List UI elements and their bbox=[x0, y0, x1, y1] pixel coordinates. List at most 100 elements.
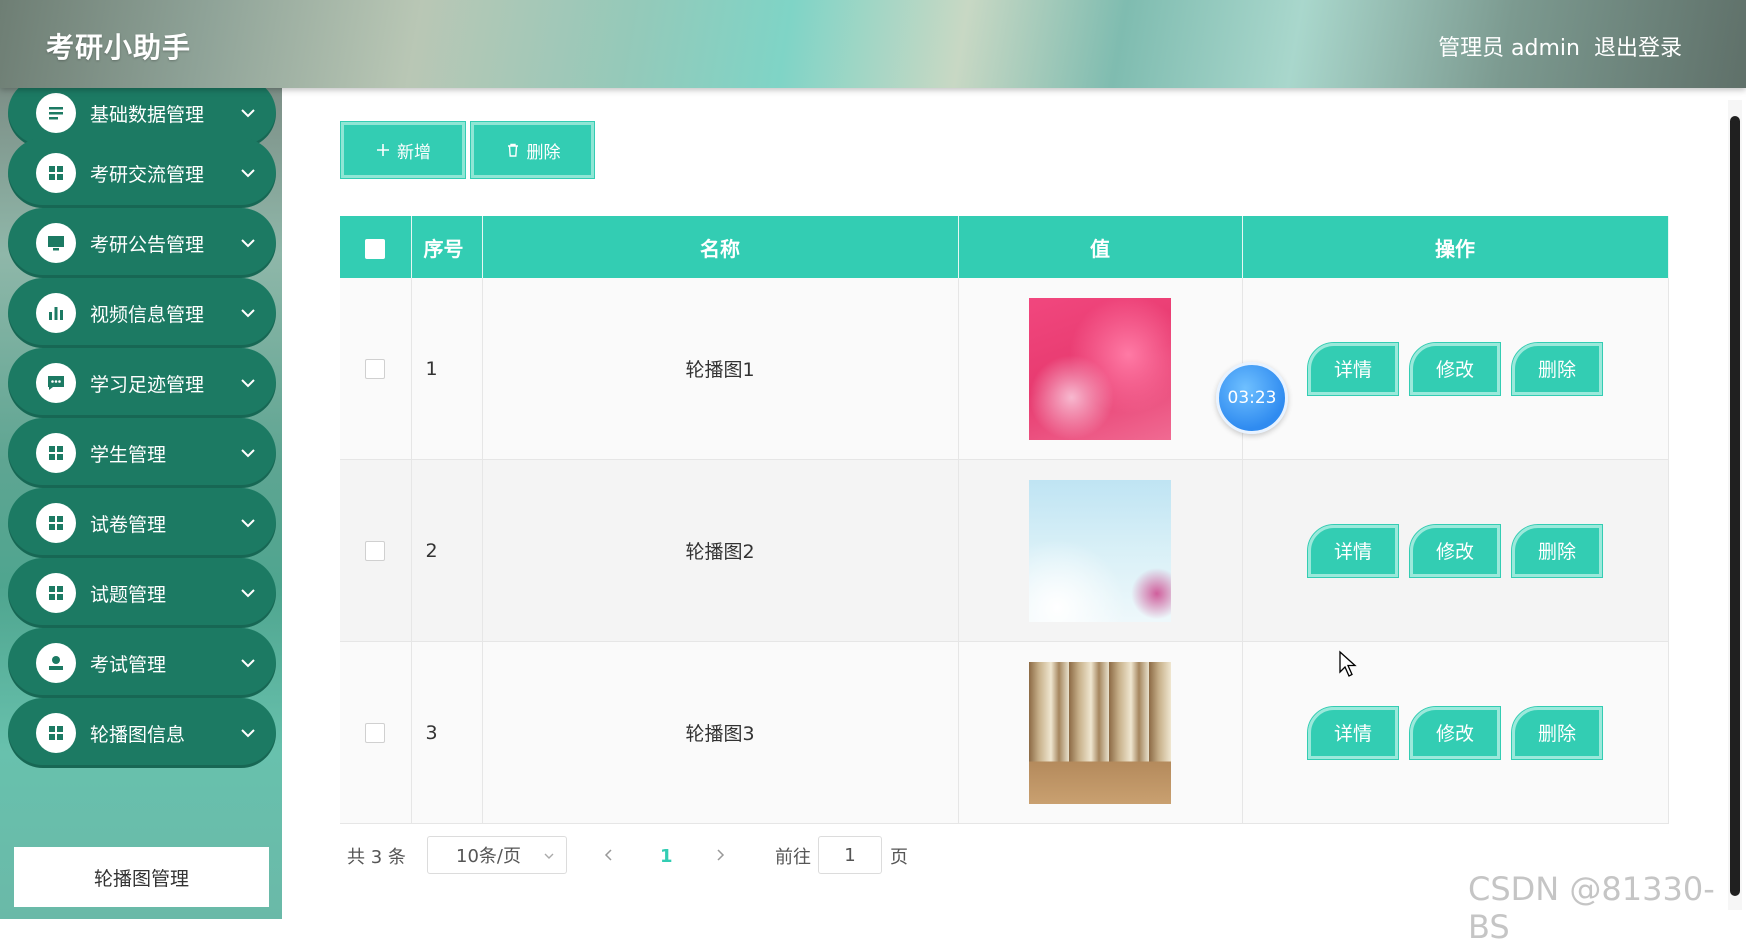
countdown-timer-badge[interactable]: 03:23 bbox=[1216, 362, 1288, 434]
edit-button[interactable]: 修改 bbox=[1409, 705, 1501, 760]
sidebar-item-video[interactable]: 视频信息管理 bbox=[8, 278, 276, 348]
chevron-down-icon bbox=[241, 449, 255, 458]
row-actions: 详情 修改 删除 bbox=[1242, 278, 1669, 460]
table-row: 2 轮播图2 详情 修改 删除 bbox=[340, 459, 1669, 642]
column-header: 序号 bbox=[411, 216, 483, 278]
sidebar-item-label: 视频信息管理 bbox=[90, 303, 205, 326]
column-header: 值 bbox=[958, 216, 1243, 278]
grid-icon bbox=[36, 713, 76, 753]
chevron-down-icon bbox=[241, 589, 255, 598]
select-all-checkbox[interactable] bbox=[365, 238, 386, 259]
carousel-thumbnail-image bbox=[1029, 661, 1171, 804]
detail-button[interactable]: 详情 bbox=[1307, 341, 1399, 396]
table-header-row: 序号 名称 值 操作 bbox=[340, 216, 1669, 278]
add-button-label: 新增 bbox=[397, 142, 431, 163]
delete-button[interactable]: 删除 bbox=[1511, 523, 1603, 578]
row-name: 轮播图1 bbox=[482, 278, 959, 460]
submenu-item-carousel-manage[interactable]: 轮播图管理 bbox=[14, 847, 269, 907]
sidebar-item-label: 试题管理 bbox=[90, 583, 167, 606]
list-icon bbox=[36, 93, 76, 133]
next-page-icon[interactable] bbox=[713, 848, 727, 862]
column-header: 名称 bbox=[482, 216, 959, 278]
grid-icon bbox=[36, 153, 76, 193]
plus-icon bbox=[377, 144, 389, 156]
sidebar-item-notice[interactable]: 考研公告管理 bbox=[8, 208, 276, 278]
row-actions: 详情 修改 删除 bbox=[1242, 641, 1669, 824]
chevron-down-icon bbox=[241, 519, 255, 528]
sidebar-item-exams[interactable]: 考试管理 bbox=[8, 628, 276, 698]
current-user-label: 管理员 admin bbox=[1438, 36, 1580, 61]
table-row: 1 轮播图1 详情 修改 删除 bbox=[340, 278, 1669, 460]
chevron-down-icon bbox=[241, 109, 255, 118]
detail-button[interactable]: 详情 bbox=[1307, 523, 1399, 578]
column-header: 操作 bbox=[1242, 216, 1669, 278]
row-name: 轮播图3 bbox=[482, 641, 959, 824]
vertical-scrollbar-thumb[interactable] bbox=[1730, 116, 1740, 896]
chevron-down-icon bbox=[241, 169, 255, 178]
watermark-text: CSDN @81330-BS bbox=[1468, 870, 1715, 946]
carousel-thumbnail-image bbox=[1029, 297, 1171, 440]
row-actions: 详情 修改 删除 bbox=[1242, 459, 1669, 642]
row-index: 3 bbox=[411, 641, 483, 824]
goto-suffix-label: 页 bbox=[890, 847, 908, 868]
select-all-cell[interactable] bbox=[340, 216, 412, 278]
grid-icon bbox=[36, 433, 76, 473]
sidebar-item-exchange[interactable]: 考研交流管理 bbox=[8, 138, 276, 208]
edit-button[interactable]: 修改 bbox=[1409, 341, 1501, 396]
grid-icon bbox=[36, 503, 76, 543]
delete-button[interactable]: 删除 bbox=[1511, 705, 1603, 760]
chevron-down-icon bbox=[241, 309, 255, 318]
goto-page-input[interactable]: 1 bbox=[818, 836, 882, 874]
edit-button[interactable]: 修改 bbox=[1409, 523, 1501, 578]
sidebar-item-label: 基础数据管理 bbox=[90, 103, 205, 126]
sidebar-item-footprint[interactable]: 学习足迹管理 bbox=[8, 348, 276, 418]
current-page-number[interactable]: 1 bbox=[660, 836, 673, 876]
row-checkbox[interactable] bbox=[365, 359, 386, 379]
chat-icon bbox=[36, 363, 76, 403]
sidebar-item-papers[interactable]: 试卷管理 bbox=[8, 488, 276, 558]
page-size-value: 10条/页 bbox=[456, 846, 521, 867]
sidebar-item-label: 考研公告管理 bbox=[90, 233, 205, 256]
add-button[interactable]: 新增 bbox=[340, 121, 466, 179]
sidebar-item-label: 轮播图信息 bbox=[90, 723, 186, 746]
user-icon bbox=[36, 643, 76, 683]
sidebar-item-label: 试卷管理 bbox=[90, 513, 167, 536]
chevron-down-icon bbox=[241, 379, 255, 388]
row-name: 轮播图2 bbox=[482, 459, 959, 642]
chevron-down-icon bbox=[241, 659, 255, 668]
table-row: 3 轮播图3 详情 修改 删除 bbox=[340, 641, 1669, 824]
row-index: 1 bbox=[411, 278, 483, 460]
batch-delete-button[interactable]: 删除 bbox=[470, 121, 595, 179]
batch-delete-label: 删除 bbox=[526, 142, 561, 163]
row-index: 2 bbox=[411, 459, 483, 642]
page-size-select[interactable]: 10条/页 bbox=[427, 836, 567, 874]
row-select-cell bbox=[340, 278, 412, 460]
delete-button[interactable]: 删除 bbox=[1511, 341, 1603, 396]
sidebar-item-label: 学生管理 bbox=[90, 443, 167, 466]
sidebar-item-label: 考研交流管理 bbox=[90, 163, 205, 186]
sidebar-item-students[interactable]: 学生管理 bbox=[8, 418, 276, 488]
grid-icon bbox=[36, 573, 76, 613]
row-checkbox[interactable] bbox=[365, 541, 386, 561]
carousel-thumbnail-image bbox=[1029, 479, 1171, 622]
trash-icon bbox=[507, 143, 518, 157]
sidebar-item-carousel[interactable]: 轮播图信息 bbox=[8, 698, 276, 768]
sidebar-item-questions[interactable]: 试题管理 bbox=[8, 558, 276, 628]
row-select-cell bbox=[340, 459, 412, 642]
pagination-total: 共 3 条 bbox=[347, 847, 406, 868]
sidebar: 基础数据管理 考研交流管理 考研公告管理 视频信息管理 学习足迹管理 学生管理 bbox=[0, 78, 282, 919]
logout-link[interactable]: 退出登录 bbox=[1594, 30, 1682, 62]
row-select-cell bbox=[340, 641, 412, 824]
prev-page-icon[interactable] bbox=[602, 848, 616, 862]
chevron-down-icon bbox=[544, 853, 554, 859]
app-title: 考研小助手 bbox=[46, 31, 192, 64]
chevron-down-icon bbox=[241, 729, 255, 738]
chevron-down-icon bbox=[241, 239, 255, 248]
row-checkbox[interactable] bbox=[365, 723, 386, 743]
row-value bbox=[958, 278, 1243, 460]
row-value bbox=[958, 641, 1243, 824]
data-table: 序号 名称 值 操作 1 轮播图1 详情 修改 删除 2 轮播图2 详情修改 删… bbox=[340, 216, 1669, 824]
mouse-cursor-icon bbox=[1339, 650, 1357, 677]
detail-button[interactable]: 详情 bbox=[1307, 705, 1399, 760]
goto-prefix-label: 前往 bbox=[775, 847, 811, 868]
